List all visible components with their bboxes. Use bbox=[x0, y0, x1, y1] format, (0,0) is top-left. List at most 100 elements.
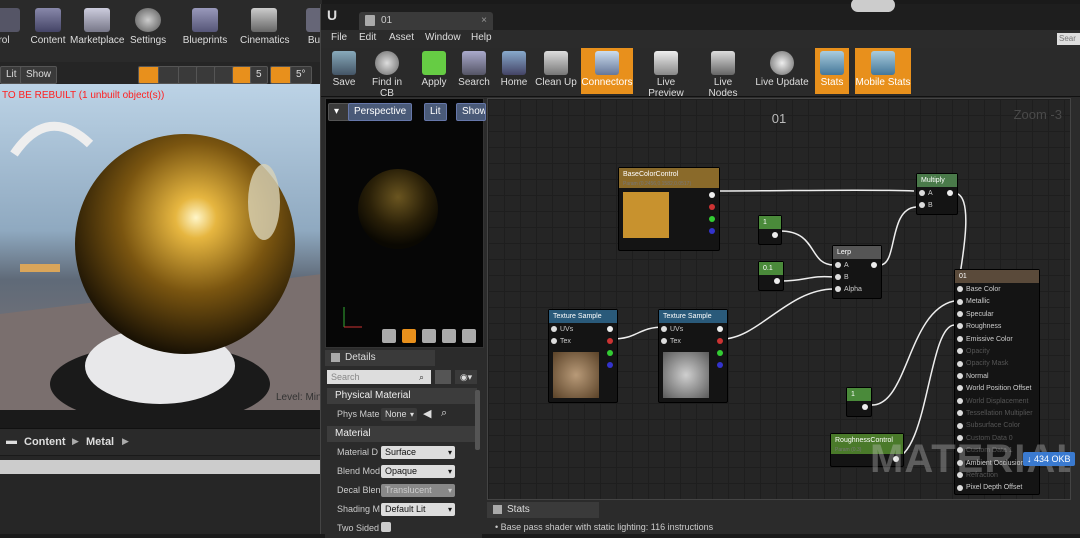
viewport-show-button[interactable]: Show bbox=[20, 66, 58, 84]
output-pin-r[interactable] bbox=[717, 338, 723, 344]
blueprints-button[interactable]: Blueprints bbox=[182, 8, 228, 46]
output-pin-g[interactable] bbox=[717, 350, 723, 356]
angle-snap-icon[interactable] bbox=[270, 66, 292, 84]
window-control[interactable] bbox=[851, 0, 895, 12]
control-button[interactable]: rol bbox=[0, 8, 20, 46]
result-pin[interactable]: Pixel Depth Offset bbox=[957, 484, 1022, 491]
close-tab-icon[interactable]: × bbox=[481, 12, 487, 30]
result-pin[interactable]: Tessellation Multiplier bbox=[957, 410, 1033, 417]
details-scrollbar[interactable] bbox=[475, 390, 480, 450]
result-pin[interactable]: Opacity bbox=[957, 348, 990, 355]
output-pin[interactable] bbox=[871, 262, 877, 268]
output-pin[interactable] bbox=[717, 326, 723, 332]
node-base-color-control[interactable]: BaseColorControl Param (0.2456,0.1582,0.… bbox=[618, 167, 720, 251]
result-pin[interactable]: Metallic bbox=[957, 298, 990, 305]
result-pin[interactable]: Subsurface Color bbox=[957, 422, 1020, 429]
two-sided-checkbox[interactable] bbox=[381, 522, 391, 532]
live-update-button[interactable]: Live Update bbox=[755, 48, 809, 94]
preview-lit-button[interactable]: Lit bbox=[424, 103, 447, 121]
pin-b[interactable]: B bbox=[919, 202, 933, 209]
breadcrumb-content[interactable]: Content bbox=[24, 436, 66, 448]
perspective-button[interactable]: Perspective bbox=[348, 103, 413, 121]
output-pin[interactable] bbox=[774, 278, 780, 284]
result-pin[interactable]: Opacity Mask bbox=[957, 360, 1008, 367]
node-constant-1-metallic[interactable]: 1 bbox=[846, 387, 872, 417]
clean-up-button[interactable]: Clean Up bbox=[535, 48, 577, 94]
live-nodes-button[interactable]: Live Nodes bbox=[699, 48, 747, 99]
output-pin-b[interactable] bbox=[607, 362, 613, 368]
result-pin[interactable]: Roughness bbox=[957, 323, 1001, 330]
node-texture-sample-2[interactable]: Texture Sample UVs Tex bbox=[658, 309, 728, 403]
content-button[interactable]: Content bbox=[30, 8, 66, 46]
output-pin-r[interactable] bbox=[607, 338, 613, 344]
result-pin[interactable]: Emissive Color bbox=[957, 336, 1013, 343]
tab-material[interactable]: 01 × bbox=[359, 12, 493, 30]
preview-cube-icon[interactable] bbox=[442, 329, 456, 343]
details-tab[interactable]: Details bbox=[325, 350, 435, 366]
preview-sphere-icon[interactable] bbox=[402, 329, 416, 343]
details-search-input[interactable]: Search bbox=[327, 370, 431, 384]
breadcrumb-metal[interactable]: Metal bbox=[86, 436, 114, 448]
pin-a[interactable]: A bbox=[835, 262, 849, 269]
menu-help[interactable]: Help bbox=[471, 32, 492, 43]
result-pin[interactable]: Normal bbox=[957, 373, 989, 380]
output-pin[interactable] bbox=[772, 232, 778, 238]
find-in-cb-button[interactable]: Find in CB bbox=[365, 48, 409, 99]
menu-file[interactable]: File bbox=[331, 32, 347, 43]
viewport-options-icon[interactable]: ▾ bbox=[328, 103, 350, 121]
browse-icon[interactable]: ⌕ bbox=[441, 407, 447, 420]
section-material[interactable]: Material bbox=[327, 426, 477, 442]
node-constant-1[interactable]: 1 bbox=[758, 215, 782, 245]
output-pin[interactable] bbox=[709, 192, 715, 198]
level-viewport[interactable] bbox=[0, 84, 322, 410]
stats-button[interactable]: Stats bbox=[815, 48, 849, 94]
mobile-stats-button[interactable]: Mobile Stats bbox=[855, 48, 911, 94]
preview-teapot-icon[interactable] bbox=[462, 329, 476, 343]
phys-material-dropdown[interactable]: None bbox=[381, 408, 417, 421]
node-constant-0-1[interactable]: 0.1 bbox=[758, 261, 784, 291]
search-button[interactable]: Search bbox=[457, 48, 491, 94]
pin-tex[interactable]: Tex bbox=[661, 338, 681, 345]
result-pin[interactable]: World Position Offset bbox=[957, 385, 1032, 392]
result-pin[interactable]: Specular bbox=[957, 311, 994, 318]
stats-tab[interactable]: Stats bbox=[487, 502, 599, 518]
live-preview-button[interactable]: Live Preview bbox=[639, 48, 693, 99]
use-selected-arrow-icon[interactable]: ◀ bbox=[423, 407, 431, 420]
preview-plane-icon[interactable] bbox=[422, 329, 436, 343]
result-pin[interactable]: Base Color bbox=[957, 286, 1001, 293]
settings-button[interactable]: Settings bbox=[130, 8, 166, 46]
blend-mode-dropdown[interactable]: Opaque bbox=[381, 465, 455, 478]
rotation-gizmo[interactable] bbox=[10, 121, 94, 157]
preview-cylinder-icon[interactable] bbox=[382, 329, 396, 343]
menu-window[interactable]: Window bbox=[425, 32, 461, 43]
material-domain-dropdown[interactable]: Surface bbox=[381, 446, 455, 459]
eye-icon[interactable]: ◉▾ bbox=[455, 370, 477, 384]
material-graph[interactable]: 01 Zoom -3 BaseColorControl Param (0.245… bbox=[487, 98, 1071, 500]
home-button[interactable]: Home bbox=[497, 48, 531, 94]
output-pin[interactable] bbox=[947, 190, 953, 196]
marketplace-button[interactable]: Marketplace bbox=[70, 8, 124, 46]
menu-edit[interactable]: Edit bbox=[359, 32, 376, 43]
shading-model-dropdown[interactable]: Default Lit bbox=[381, 503, 455, 516]
pin-tex[interactable]: Tex bbox=[551, 338, 571, 345]
material-preview-viewport[interactable]: ▾ Perspective Lit Show bbox=[325, 98, 486, 348]
output-pin[interactable] bbox=[862, 404, 868, 410]
output-pin-r[interactable] bbox=[709, 204, 715, 210]
preview-show-button[interactable]: Show bbox=[456, 103, 486, 121]
output-pin-b[interactable] bbox=[709, 228, 715, 234]
node-multiply[interactable]: Multiply A B bbox=[916, 173, 958, 215]
pin-uvs[interactable]: UVs bbox=[551, 326, 573, 333]
section-physical-material[interactable]: Physical Material bbox=[327, 388, 477, 404]
result-pin[interactable]: World Displacement bbox=[957, 398, 1029, 405]
transform-icon[interactable] bbox=[138, 66, 160, 84]
pin-uvs[interactable]: UVs bbox=[661, 326, 683, 333]
pin-a[interactable]: A bbox=[919, 190, 933, 197]
grid-view-icon[interactable] bbox=[435, 370, 451, 384]
connectors-button[interactable]: Connectors bbox=[581, 48, 633, 94]
cinematics-button[interactable]: Cinematics bbox=[240, 8, 289, 46]
node-lerp[interactable]: Lerp A B Alpha bbox=[832, 245, 882, 299]
output-pin-b[interactable] bbox=[717, 362, 723, 368]
apply-button[interactable]: Apply bbox=[417, 48, 451, 94]
menu-asset[interactable]: Asset bbox=[389, 32, 414, 43]
search-field[interactable]: Sear bbox=[1057, 33, 1080, 45]
